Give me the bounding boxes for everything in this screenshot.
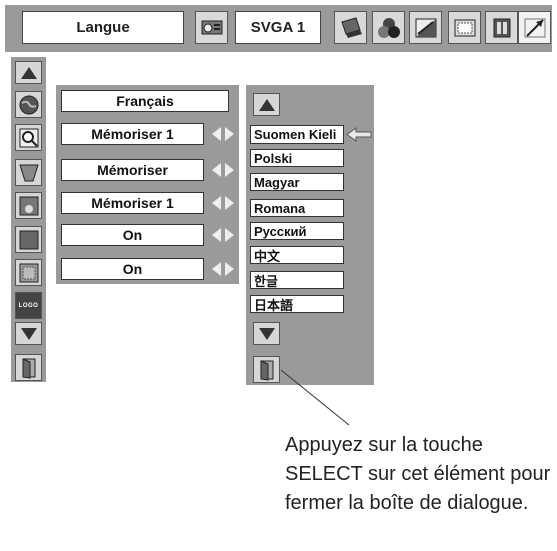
instruction-caption: Appuyez sur la touche SELECT sur cet élé… bbox=[285, 434, 551, 514]
